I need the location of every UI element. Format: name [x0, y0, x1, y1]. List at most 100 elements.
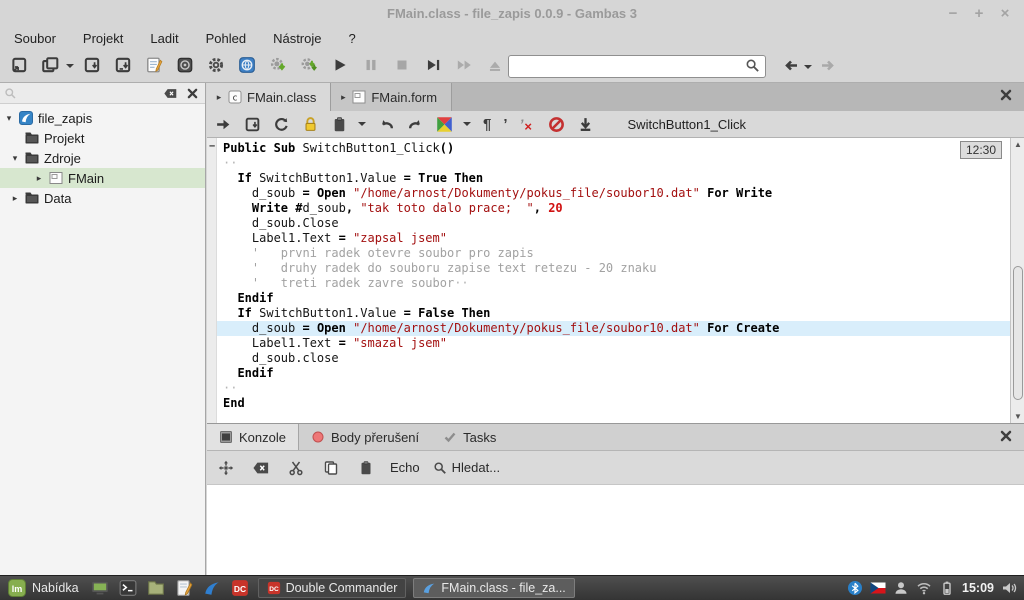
goto-definition-button[interactable] [577, 112, 594, 136]
menu-help[interactable]: ? [349, 31, 356, 46]
tree-item-fmain[interactable]: ▸ FMain [0, 168, 205, 188]
project-properties-button[interactable] [141, 53, 167, 79]
go-forward-button[interactable] [816, 55, 840, 79]
text-editor-launcher-button[interactable] [174, 578, 195, 599]
menu-soubor[interactable]: Soubor [14, 31, 56, 46]
tab-fmain-class[interactable]: ▸ c FMain.class [207, 83, 331, 111]
code-line[interactable]: d_soub = Open "/home/arnost/Dokumenty/po… [217, 321, 1010, 336]
code-line[interactable]: Public Sub SwitchButton1_Click() [217, 141, 1010, 156]
task-gambas-fmain[interactable]: FMain.class - file_za... [413, 578, 574, 598]
save-button[interactable] [244, 112, 261, 136]
lock-button[interactable] [302, 112, 319, 136]
pretty-print-button[interactable] [436, 112, 453, 136]
terminal-launcher-button[interactable] [118, 578, 139, 599]
compile-button[interactable] [265, 53, 291, 79]
paste-special-button[interactable] [331, 112, 348, 136]
open-project-dropdown-icon[interactable] [66, 64, 74, 72]
code-line[interactable]: d_soub = Open "/home/arnost/Dokumenty/po… [217, 186, 1010, 201]
step-button[interactable] [420, 53, 446, 79]
component-browser-button[interactable] [234, 53, 260, 79]
code-line[interactable]: If SwitchButton1.Value = False Then [217, 306, 1010, 321]
keep-at-end-button[interactable] [215, 457, 237, 479]
show-desktop-button[interactable] [90, 578, 111, 599]
wifi-icon[interactable] [916, 580, 932, 596]
paste-special-dropdown-icon[interactable] [358, 122, 366, 130]
preferences-button[interactable] [203, 53, 229, 79]
run-button[interactable] [327, 53, 353, 79]
close-editor-button[interactable] [1000, 89, 1016, 105]
code-line[interactable]: ·· [217, 381, 1010, 396]
stop-button[interactable] [389, 53, 415, 79]
gambas-launcher-button[interactable] [202, 578, 223, 599]
code-line[interactable]: d_soub.close [217, 351, 1010, 366]
tree-item-zdroje[interactable]: ▾ Zdroje [0, 148, 205, 168]
compile-all-button[interactable] [296, 53, 322, 79]
tab-tasks[interactable]: Tasks [431, 424, 508, 450]
scroll-up-icon[interactable]: ▲ [1011, 138, 1024, 151]
clear-console-button[interactable] [250, 457, 272, 479]
tree-item-projekt[interactable]: Projekt [0, 128, 205, 148]
code-line[interactable]: Endif [217, 291, 1010, 306]
save-project-button[interactable] [79, 53, 105, 79]
expander-icon[interactable]: ▸ [34, 173, 44, 184]
expander-icon[interactable]: ▾ [4, 113, 14, 124]
menu-nastroje[interactable]: Nástroje [273, 31, 321, 46]
minimize-button[interactable]: − [940, 5, 966, 22]
task-double-commander[interactable]: DC Double Commander [258, 578, 407, 598]
bluetooth-icon[interactable] [847, 580, 863, 596]
editor-gutter[interactable]: − [207, 138, 217, 423]
new-project-button[interactable] [6, 53, 32, 79]
code-line[interactable]: ·· [217, 156, 1010, 171]
code-editor[interactable]: − Public Sub SwitchButton1_Click()·· If … [207, 138, 1024, 423]
code-line[interactable]: Write #d_soub, "tak toto dalo prace; ", … [217, 201, 1010, 216]
menu-projekt[interactable]: Projekt [83, 31, 123, 46]
expander-icon[interactable]: ▾ [10, 153, 20, 164]
undo-button[interactable] [378, 112, 395, 136]
tree-item-data[interactable]: ▸ Data [0, 188, 205, 208]
keyboard-layout-cz-icon[interactable] [870, 580, 886, 596]
user-icon[interactable] [893, 580, 909, 596]
tab-body-preruseni[interactable]: Body přerušení [299, 424, 431, 450]
echo-button[interactable]: Echo [390, 460, 420, 475]
scroll-down-icon[interactable]: ▼ [1011, 410, 1024, 423]
expander-icon[interactable]: ▸ [10, 193, 20, 204]
close-sidebar-button[interactable] [183, 86, 201, 101]
console-search-button[interactable]: Hledat... [433, 460, 500, 475]
pretty-print-dropdown-icon[interactable] [463, 122, 471, 130]
save-project-as-button[interactable] [110, 53, 136, 79]
clear-breakpoints-button[interactable] [548, 112, 565, 136]
code-line[interactable]: ' prvni radek otevre soubor pro zapis [217, 246, 1010, 261]
back-history-dropdown-icon[interactable] [804, 65, 812, 73]
forward-button[interactable] [451, 53, 477, 79]
uncomment-button[interactable]: ’× [520, 112, 536, 136]
code-lines[interactable]: Public Sub SwitchButton1_Click()·· If Sw… [217, 138, 1010, 423]
paste-button[interactable] [355, 457, 377, 479]
clock[interactable]: 15:09 [962, 581, 994, 595]
close-button[interactable]: × [992, 5, 1018, 22]
code-line[interactable]: If SwitchButton1.Value = True Then [217, 171, 1010, 186]
comment-button[interactable]: ’ [503, 112, 507, 136]
editor-scrollbar[interactable]: ▲ ▼ [1010, 138, 1024, 423]
tab-konzole[interactable]: Konzole [207, 424, 299, 450]
code-line[interactable]: Endif [217, 366, 1010, 381]
goto-button[interactable] [215, 112, 232, 136]
code-line[interactable]: Label1.Text = "smazal jsem" [217, 336, 1010, 351]
go-back-button[interactable] [778, 55, 802, 79]
clear-filter-button[interactable] [161, 86, 179, 101]
double-commander-launcher-button[interactable]: DC [230, 578, 251, 599]
menu-ladit[interactable]: Ladit [150, 31, 178, 46]
copy-button[interactable] [320, 457, 342, 479]
project-filter-input[interactable] [21, 86, 157, 100]
code-line[interactable]: d_soub.Close [217, 216, 1010, 231]
current-procedure-label[interactable]: SwitchButton1_Click [628, 117, 747, 132]
finish-button[interactable] [482, 53, 508, 79]
console-output[interactable] [207, 484, 1024, 575]
battery-icon[interactable] [939, 580, 955, 596]
show-spaces-button[interactable]: ¶ [483, 112, 491, 136]
code-line[interactable]: Label1.Text = "zapsal jsem" [217, 231, 1010, 246]
volume-icon[interactable] [1001, 580, 1017, 596]
tree-item-file-zapis[interactable]: ▾ file_zapis [0, 108, 205, 128]
mint-menu-button[interactable]: lm Nabídka [4, 576, 83, 600]
pause-button[interactable] [358, 53, 384, 79]
reload-button[interactable] [273, 112, 290, 136]
